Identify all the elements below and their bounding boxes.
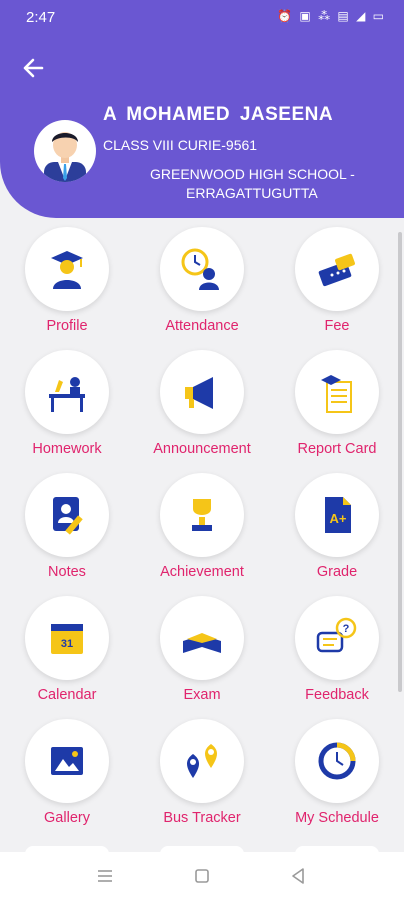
graduate-icon xyxy=(51,251,83,289)
menu-label-report-card: Report Card xyxy=(297,441,377,457)
menu-label-achievement: Achievement xyxy=(160,564,244,580)
grade-icon-text: A+ xyxy=(330,511,347,526)
schedule-icon xyxy=(318,742,356,780)
menu-tile-profile[interactable]: Profile xyxy=(5,227,129,347)
menu-tile-calendar[interactable]: 31 Calendar xyxy=(5,596,129,716)
menu-tile-gallery[interactable]: Gallery xyxy=(5,719,129,839)
menu-label-grade: Grade xyxy=(316,564,358,580)
system-nav-bar xyxy=(0,852,404,900)
student-name: A MOHAMED JASEENA xyxy=(103,104,334,125)
avatar xyxy=(34,120,96,182)
menu-label-profile: Profile xyxy=(46,318,88,334)
menu-tile-grade[interactable]: A+ Grade xyxy=(275,473,399,593)
scrollbar[interactable] xyxy=(398,232,402,692)
menu-tile-achievement[interactable]: Achievement xyxy=(140,473,264,593)
menu-label-notes: Notes xyxy=(48,564,86,580)
trophy-icon xyxy=(192,499,212,531)
school-name-line1: GREENWOOD HIGH SCHOOL - xyxy=(150,166,355,182)
report-card-icon xyxy=(321,375,352,413)
menu-label-my-schedule: My Schedule xyxy=(295,810,379,826)
menu-label-gallery: Gallery xyxy=(44,810,90,826)
menu-tile-feedback[interactable]: ? Feedback xyxy=(275,596,399,716)
menu-label-fee: Fee xyxy=(324,318,350,334)
menu-label-announcement: Announcement xyxy=(153,441,251,457)
home-icon[interactable] xyxy=(194,868,210,884)
back-triangle-icon[interactable] xyxy=(290,867,306,885)
megaphone-icon xyxy=(185,377,213,409)
grade-icon: A+ xyxy=(325,497,351,533)
menu-label-bus-tracker: Bus Tracker xyxy=(163,810,241,826)
menu-tile-bus-tracker[interactable]: Bus Tracker xyxy=(140,719,264,839)
school-name-line2: ERRAGATTUGUTTA xyxy=(186,185,318,201)
feedback-icon: ? xyxy=(316,617,357,653)
status-icons: ⏰ ▣ ⁂ ▤ ◢ ▭ xyxy=(277,9,386,23)
menu-label-calendar: Calendar xyxy=(37,687,97,703)
menu-label-feedback: Feedback xyxy=(305,687,369,703)
notes-icon xyxy=(53,497,83,535)
menu-label-attendance: Attendance xyxy=(165,318,239,334)
student-class: CLASS VIII CURIE-9561 xyxy=(103,137,258,153)
status-bar: 2:47 ⏰ ▣ ⁂ ▤ ◢ ▭ xyxy=(0,0,404,36)
menu-tile-attendance[interactable]: Attendance xyxy=(140,227,264,347)
menu-label-homework: Homework xyxy=(32,441,102,457)
menu-tile-report-card[interactable]: Report Card xyxy=(275,350,399,470)
status-time: 2:47 xyxy=(26,9,56,26)
attendance-clock-icon xyxy=(181,248,219,290)
menu-tile-announcement[interactable]: Announcement xyxy=(140,350,264,470)
exam-book-icon xyxy=(183,633,221,653)
back-arrow-icon[interactable] xyxy=(22,58,44,78)
calendar-icon: 31 xyxy=(51,624,83,654)
menu-tile-my-schedule[interactable]: My Schedule xyxy=(275,719,399,839)
student-avatar-icon xyxy=(44,132,86,182)
calendar-icon-day: 31 xyxy=(61,638,73,650)
homework-desk-icon xyxy=(49,377,85,412)
menu-icon[interactable] xyxy=(96,868,114,884)
gallery-icon xyxy=(51,747,83,775)
menu-label-exam: Exam xyxy=(183,687,221,703)
menu-tile-fee[interactable]: Fee xyxy=(275,227,399,347)
svg-text:?: ? xyxy=(343,623,350,635)
menu-tile-homework[interactable]: Homework xyxy=(5,350,129,470)
bus-tracker-icon xyxy=(187,744,217,778)
menu-tile-exam[interactable]: Exam xyxy=(140,596,264,716)
fee-calculator-icon xyxy=(318,253,355,287)
menu-tile-notes[interactable]: Notes xyxy=(5,473,129,593)
